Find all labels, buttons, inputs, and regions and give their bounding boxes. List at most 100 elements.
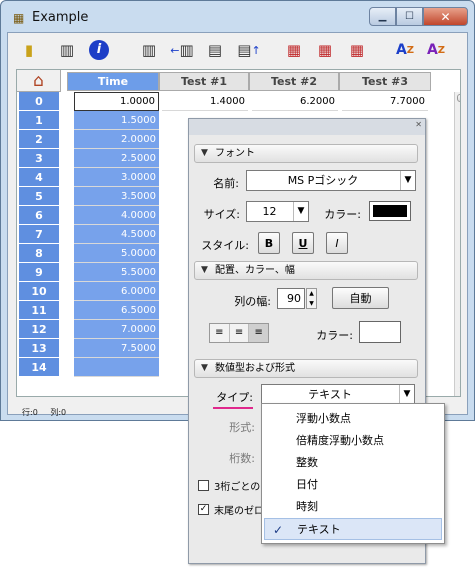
grid-cell-time[interactable]: 3.0000 xyxy=(74,168,159,187)
type-option-time[interactable]: 時刻 xyxy=(264,496,442,518)
info-icon[interactable]: i xyxy=(88,39,110,61)
status-row: 行:0 xyxy=(22,408,38,417)
section-number-type[interactable]: ▼ 数値型および形式 xyxy=(194,359,418,378)
row-header[interactable]: 10 xyxy=(19,282,59,301)
section-font-label: フォント xyxy=(215,148,255,159)
row-header[interactable]: 2 xyxy=(19,130,59,149)
grid-cell-time[interactable]: 4.0000 xyxy=(74,206,159,225)
trailing-zero-checkbox[interactable]: ✓ xyxy=(198,504,209,515)
type-option-integer[interactable]: 整数 xyxy=(264,452,442,474)
column-width-label: 列の幅: xyxy=(234,295,271,308)
grid-cell-time[interactable]: 2.5000 xyxy=(74,149,159,168)
column-header-test1[interactable]: Test #1 xyxy=(159,72,249,91)
font-color-swatch[interactable] xyxy=(369,201,411,221)
scroll-down-icon[interactable]: ▼ xyxy=(457,385,461,396)
grid-cell-time[interactable]: 7.5000 xyxy=(74,339,159,358)
type-option-text[interactable]: ✓ テキスト xyxy=(264,518,442,540)
option-label: 日付 xyxy=(296,478,318,491)
font-size-select[interactable]: 12 ▼ xyxy=(246,201,309,222)
insert-row-icon[interactable]: ▤ xyxy=(204,39,226,61)
row-header[interactable]: 14 xyxy=(19,358,59,377)
row-header[interactable]: 7 xyxy=(19,225,59,244)
row-header[interactable]: 9 xyxy=(19,263,59,282)
underline-button[interactable]: U xyxy=(292,232,314,254)
section-layout[interactable]: ▼ 配置、カラー、幅 xyxy=(194,261,418,280)
grid-cell-t2[interactable]: 6.2000 xyxy=(252,92,338,111)
row-header[interactable]: 4 xyxy=(19,168,59,187)
maximize-button[interactable]: ☐ xyxy=(396,7,423,26)
grid-cell-time[interactable]: 5.5000 xyxy=(74,263,159,282)
row-header[interactable]: 0 xyxy=(19,92,59,111)
grid-cell-time[interactable]: 2.0000 xyxy=(74,130,159,149)
font-name-label: 名前: xyxy=(213,177,239,190)
type-option-date[interactable]: 日付 xyxy=(264,474,442,496)
column-width-input[interactable]: 90 xyxy=(277,288,305,309)
column-header-time[interactable]: Time xyxy=(67,72,159,91)
grid-cell-time[interactable]: 4.5000 xyxy=(74,225,159,244)
close-button[interactable]: ✕ xyxy=(423,7,468,26)
type-option-double[interactable]: 倍精度浮動小数点 xyxy=(264,430,442,452)
row-header[interactable]: 13 xyxy=(19,339,59,358)
grid-cell-time[interactable]: 7.0000 xyxy=(74,320,159,339)
font-name-select[interactable]: MS Pゴシック ▼ xyxy=(246,170,416,191)
type-select[interactable]: テキスト ▼ xyxy=(261,384,415,405)
align-left-icon[interactable]: ≡ xyxy=(210,324,229,342)
columns-icon[interactable]: ▥ xyxy=(138,39,160,61)
insert-row-right-icon[interactable]: ▤ ↑ xyxy=(237,39,260,61)
row-header[interactable]: 1 xyxy=(19,111,59,130)
row-header[interactable]: 8 xyxy=(19,244,59,263)
option-label: 整数 xyxy=(296,456,318,469)
bold-button[interactable]: B xyxy=(258,232,280,254)
chevron-down-icon: ▼ xyxy=(399,385,414,404)
home-icon[interactable]: ⌂ xyxy=(17,70,61,92)
width-stepper[interactable]: ▲ ▼ xyxy=(306,288,317,309)
auto-width-button[interactable]: 自動 xyxy=(332,287,389,309)
grid-cell-time[interactable]: 1.5000 xyxy=(74,111,159,130)
collapse-triangle-icon: ▼ xyxy=(201,363,208,373)
vertical-scrollbar[interactable]: ▼ xyxy=(454,92,461,396)
table-red-copy-icon[interactable]: ▦ xyxy=(314,39,336,61)
title-bar[interactable]: ▦ Example ▁ ☐ ✕ xyxy=(1,1,474,33)
thousands-checkbox[interactable] xyxy=(198,480,209,491)
section-font[interactable]: ▼ フォント xyxy=(194,144,418,163)
row-header[interactable]: 3 xyxy=(19,149,59,168)
table-red-icon[interactable]: ▦ xyxy=(283,39,305,61)
grid-cell-time[interactable]: 5.0000 xyxy=(74,244,159,263)
type-label-highlight xyxy=(213,407,253,409)
table-red-edit-icon[interactable]: ▦ xyxy=(346,39,368,61)
bg-color-swatch[interactable] xyxy=(359,321,401,343)
align-center-icon[interactable]: ≡ xyxy=(228,324,249,342)
column-header-test3[interactable]: Test #3 xyxy=(339,72,431,91)
grid-cell-time[interactable]: 3.5000 xyxy=(74,187,159,206)
bg-color-label: カラー: xyxy=(316,329,353,342)
grid-cell-time[interactable]: 1.0000 xyxy=(74,92,159,111)
row-header[interactable]: 6 xyxy=(19,206,59,225)
panel-title-bar[interactable]: ✕ xyxy=(189,119,425,135)
insert-column-icon[interactable]: ▥ xyxy=(56,39,78,61)
align-right-icon[interactable]: ≡ xyxy=(248,324,269,342)
grid-cell-time[interactable]: 6.5000 xyxy=(74,301,159,320)
grid-cell-t1[interactable]: 1.4000 xyxy=(162,92,248,111)
column-header-test2[interactable]: Test #2 xyxy=(249,72,339,91)
sort-az-icon[interactable]: AZ xyxy=(394,39,416,61)
scroll-thumb[interactable] xyxy=(457,94,460,102)
option-label: 時刻 xyxy=(296,500,318,513)
grid-cell-t3[interactable]: 7.7000 xyxy=(342,92,428,111)
italic-button[interactable]: I xyxy=(326,232,348,254)
grid-cell-time[interactable]: 6.0000 xyxy=(74,282,159,301)
row-header[interactable]: 5 xyxy=(19,187,59,206)
grid-cell-time[interactable] xyxy=(74,358,159,377)
type-value: テキスト xyxy=(308,388,352,401)
sort-za-icon[interactable]: AZ xyxy=(425,39,447,61)
note-icon[interactable]: ▮ xyxy=(18,39,40,61)
font-size-value: 12 xyxy=(262,205,277,218)
type-option-float[interactable]: 浮動小数点 xyxy=(264,408,442,430)
insert-column-left-icon[interactable]: ← ▥ xyxy=(170,39,193,61)
chevron-down-icon: ▼ xyxy=(400,171,415,190)
minimize-button[interactable]: ▁ xyxy=(369,7,396,26)
panel-close-icon[interactable]: ✕ xyxy=(415,120,422,129)
toolbar: ▮ ▥ i ▥ ← ▥ ▤ ▤ ↑ ▦ ▦ ▦ AZ AZ xyxy=(8,33,467,67)
check-icon: ✓ xyxy=(273,523,284,537)
row-header[interactable]: 11 xyxy=(19,301,59,320)
row-header[interactable]: 12 xyxy=(19,320,59,339)
